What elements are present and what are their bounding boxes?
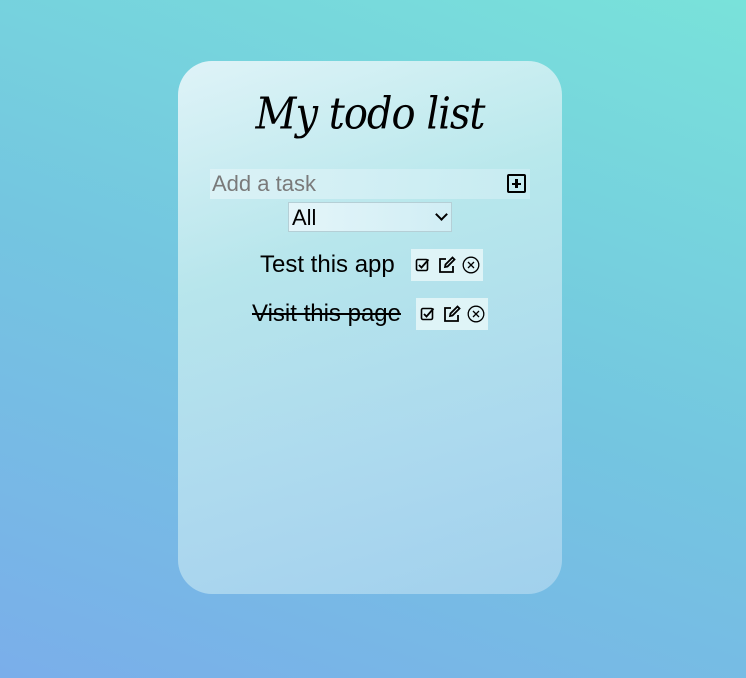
task-item: Test this app [260,249,483,281]
delete-circle-icon [467,305,485,323]
task-label: Visit this page [252,300,401,327]
check-square-icon [420,307,435,321]
task-actions [410,249,483,281]
todo-card: My todo list All Test this app [178,61,562,594]
delete-task-button[interactable] [463,298,488,330]
edit-task-button[interactable] [434,249,459,281]
delete-circle-icon [462,256,480,274]
add-task-row [210,169,530,199]
delete-task-button[interactable] [458,249,483,281]
add-task-input[interactable] [210,169,502,199]
task-label: Test this app [260,251,395,278]
add-task-button[interactable] [507,174,526,193]
filter-selected-value: All [292,205,317,230]
complete-task-button[interactable] [410,249,435,281]
page-title: My todo list [255,88,485,140]
check-square-icon [415,258,429,272]
filter-select[interactable]: All [288,202,452,232]
complete-task-button[interactable] [415,298,440,330]
edit-icon [438,256,456,273]
edit-icon [444,305,461,322]
edit-task-button[interactable] [439,298,464,330]
task-item: Visit this page [252,298,488,330]
chevron-down-icon [435,208,448,221]
task-actions [415,298,488,330]
